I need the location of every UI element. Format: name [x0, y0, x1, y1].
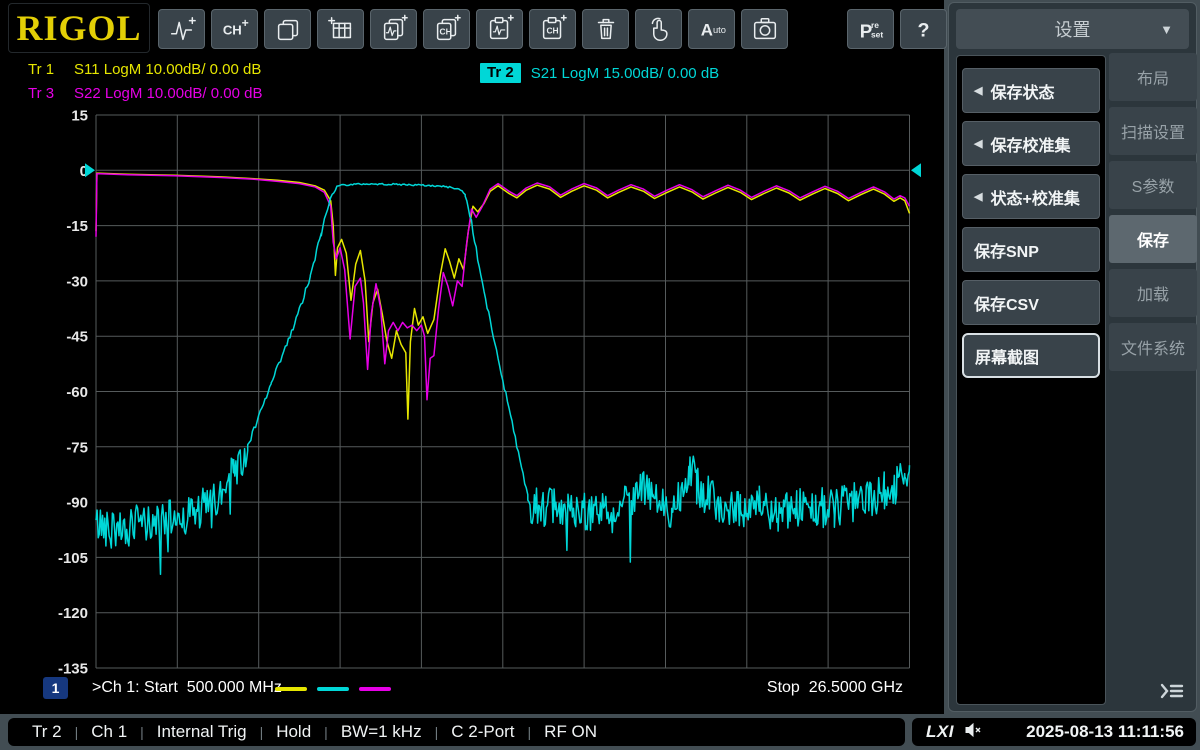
add-trace-button[interactable]	[158, 9, 205, 49]
y-tick-label: -105	[58, 550, 88, 567]
menu-item-保存[interactable]: 保存	[1109, 215, 1197, 263]
status-item: C 2-Port	[451, 722, 514, 742]
svg-text:A: A	[700, 21, 712, 40]
submenu-item-保存SNP[interactable]: 保存SNP	[962, 227, 1100, 272]
svg-text:set: set	[871, 29, 883, 39]
status-item: Hold	[276, 722, 311, 742]
submenu-label: 保存校准集	[990, 132, 1070, 156]
menu-label: 加载	[1137, 281, 1169, 305]
svg-text:+: +	[241, 16, 248, 30]
submenu-item-状态+校准集[interactable]: ◀ 状态+校准集	[962, 174, 1100, 219]
stop-frequency-label: Stop 26.5000 GHz	[767, 679, 903, 697]
legend-swatch-s21	[317, 687, 349, 691]
menu-label: 保存	[1137, 227, 1169, 251]
chevron-down-icon: ▼	[1160, 22, 1173, 37]
status-item: Internal Trig	[157, 722, 247, 742]
graph-panel: Tr 1S11 LogM 10.00dB/ 0.00 dBTr 3S22 Log…	[0, 57, 944, 714]
menu-label: S参数	[1132, 173, 1175, 197]
svg-text:CH: CH	[546, 26, 558, 36]
submenu-item-屏幕截图[interactable]: 屏幕截图	[962, 333, 1100, 378]
lxi-logo: LXI	[926, 722, 954, 742]
y-tick-label: -45	[66, 329, 88, 346]
menu-label: 文件系统	[1121, 335, 1185, 359]
menu-item-文件系统[interactable]: 文件系统	[1109, 323, 1197, 371]
separator: |	[528, 724, 532, 740]
preset-button[interactable]: Preset	[847, 9, 894, 49]
menu-item-加载[interactable]: 加载	[1109, 269, 1197, 317]
menu-header-title: 设置	[1055, 16, 1091, 42]
menu-label: 布局	[1137, 65, 1169, 89]
arrow-left-icon: ◀	[974, 84, 982, 97]
submenu-item-保存CSV[interactable]: 保存CSV	[962, 280, 1100, 325]
menu-item-扫描设置[interactable]: 扫描设置	[1109, 107, 1197, 155]
submenu-label: 状态+校准集	[990, 185, 1079, 209]
speaker-muted-icon[interactable]	[964, 722, 983, 743]
separator: |	[140, 724, 144, 740]
separator: |	[324, 724, 328, 740]
add-table-button[interactable]	[317, 9, 364, 49]
rigol-logo: RIGOL	[8, 3, 150, 53]
submenu-label: 保存CSV	[974, 291, 1039, 315]
expand-menu-icon[interactable]	[1156, 677, 1188, 705]
menu-header-dropdown[interactable]: 设置 ▼	[956, 9, 1189, 49]
y-tick-label: 15	[71, 108, 88, 125]
y-tick-label: -30	[66, 273, 88, 290]
windows-button[interactable]	[264, 9, 311, 49]
separator: |	[260, 724, 264, 740]
delete-button[interactable]	[582, 9, 629, 49]
status-item: RF ON	[544, 722, 597, 742]
paste-channel-button[interactable]: CH	[529, 9, 576, 49]
svg-text:uto: uto	[712, 25, 725, 35]
touch-button[interactable]	[635, 9, 682, 49]
channel-start-label: >Ch 1: Start 500.000 MHz	[92, 679, 282, 697]
menu-item-布局[interactable]: 布局	[1109, 53, 1197, 101]
submenu-item-保存校准集[interactable]: ◀ 保存校准集	[962, 121, 1100, 166]
svg-text:CH: CH	[222, 23, 241, 38]
y-tick-label: -120	[58, 605, 88, 622]
copy-channel-button[interactable]: CH	[423, 9, 470, 49]
status-item: Ch 1	[91, 722, 127, 742]
vna-screen: RIGOL CH+CHCHAutoPreset? Tr 1S11 LogM 10…	[0, 0, 1200, 750]
y-tick-label: -90	[66, 495, 88, 512]
status-item: BW=1 kHz	[341, 722, 422, 742]
arrow-left-icon: ◀	[974, 190, 982, 203]
channel-badge[interactable]: 1	[43, 677, 68, 699]
toolbar: RIGOL CH+CHCHAutoPreset?	[0, 0, 944, 57]
plot-svg: 150-15-30-45-60-75-90-105-120-135	[0, 57, 944, 714]
legend-swatch-s22	[359, 687, 391, 691]
help-button[interactable]: ?	[900, 9, 947, 49]
menu-column: 布局扫描设置 S参数保存加载文件系统	[1109, 53, 1197, 377]
ref-level-marker-left[interactable]	[85, 163, 95, 177]
auto-scale-button[interactable]: Auto	[688, 9, 735, 49]
status-bar: Tr 2 | Ch 1 | Internal Trig | Hold | BW=1 kHz | C …	[0, 714, 1200, 750]
status-item: Tr 2	[32, 722, 62, 742]
add-channel-button[interactable]: CH+	[211, 9, 258, 49]
svg-text:CH: CH	[439, 27, 451, 37]
y-tick-label: -15	[66, 218, 88, 235]
datetime: 2025-08-13 11:11:56	[983, 722, 1184, 742]
separator: |	[435, 724, 439, 740]
submenu-item-保存状态[interactable]: ◀ 保存状态	[962, 68, 1100, 113]
separator: |	[75, 724, 79, 740]
screenshot-button[interactable]	[741, 9, 788, 49]
svg-text:?: ?	[917, 20, 929, 42]
menu-label: 扫描设置	[1121, 119, 1185, 143]
status-items: Tr 2 | Ch 1 | Internal Trig | Hold | BW=1 kHz | C …	[8, 718, 905, 746]
paste-trace-button[interactable]	[476, 9, 523, 49]
submenu-label: 保存SNP	[974, 238, 1039, 262]
submenu-label: 保存状态	[990, 79, 1054, 103]
submenu-label: 屏幕截图	[975, 344, 1039, 368]
arrow-left-icon: ◀	[974, 137, 982, 150]
y-tick-label: -75	[66, 439, 88, 456]
status-right: LXI 2025-08-13 11:11:56	[912, 718, 1196, 746]
ref-level-marker-right[interactable]	[911, 163, 921, 177]
y-tick-label: -60	[66, 384, 88, 401]
y-tick-label: -135	[58, 661, 88, 678]
menu-item-S参数[interactable]: S参数	[1109, 161, 1197, 209]
legend-swatch-s11	[275, 687, 307, 691]
toolbar-buttons: CH+CHCHAutoPreset?	[158, 9, 947, 49]
submenu-column: ◀ 保存状态 ◀ 保存校准集 ◀ 状态+校准集保存SNP 保存CSV 屏幕截图	[956, 55, 1106, 705]
copy-trace-button[interactable]	[370, 9, 417, 49]
right-panel: 设置 ▼ ◀ 保存状态 ◀ 保存校准集 ◀ 状态+校准集保存SNP 保存CSV 屏幕截图 布局…	[948, 2, 1197, 712]
